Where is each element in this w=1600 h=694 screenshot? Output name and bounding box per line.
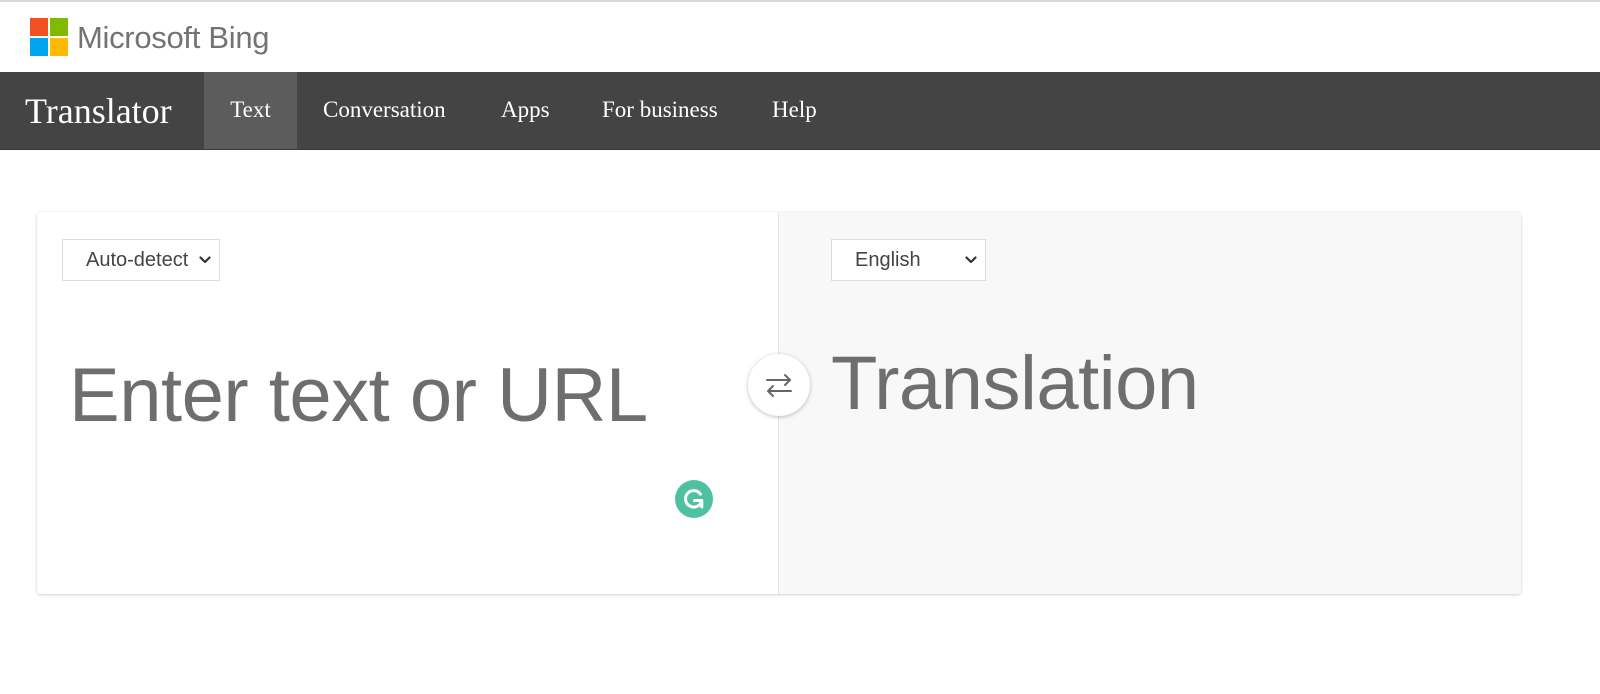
logo-square-green <box>50 18 68 36</box>
translator-navbar: Translator Text Conversation Apps For bu… <box>0 72 1600 150</box>
nav-tab-conversation[interactable]: Conversation <box>323 72 446 149</box>
source-text-input[interactable] <box>69 340 729 450</box>
nav-tab-apps[interactable]: Apps <box>501 72 550 149</box>
translator-brand[interactable]: Translator <box>25 90 172 132</box>
logo-square-red <box>30 18 48 36</box>
target-language-select[interactable]: English <box>831 239 986 281</box>
bing-title[interactable]: Microsoft Bing <box>77 20 270 56</box>
source-language-select[interactable]: Auto-detect <box>62 239 220 281</box>
swap-languages-button[interactable] <box>748 354 810 416</box>
chevron-down-icon <box>965 256 977 264</box>
source-pane: Auto-detect <box>37 212 779 594</box>
target-pane: English Translation <box>779 212 1521 594</box>
grammarly-icon[interactable] <box>675 480 713 518</box>
translation-output: Translation <box>831 341 1199 426</box>
bing-header: Microsoft Bing <box>0 2 1600 72</box>
nav-tab-text[interactable]: Text <box>204 72 297 149</box>
chevron-down-icon <box>199 256 211 264</box>
logo-square-blue <box>30 38 48 56</box>
translator-panel: Auto-detect English Translation <box>37 212 1521 594</box>
nav-tab-help[interactable]: Help <box>772 72 817 149</box>
target-language-value: English <box>855 249 921 271</box>
swap-arrows-icon <box>766 374 792 397</box>
logo-square-yellow <box>50 38 68 56</box>
nav-tab-for-business[interactable]: For business <box>602 72 718 149</box>
grammarly-g-glyph <box>684 489 704 509</box>
source-language-value: Auto-detect <box>86 249 189 271</box>
microsoft-logo-icon[interactable] <box>30 18 68 56</box>
